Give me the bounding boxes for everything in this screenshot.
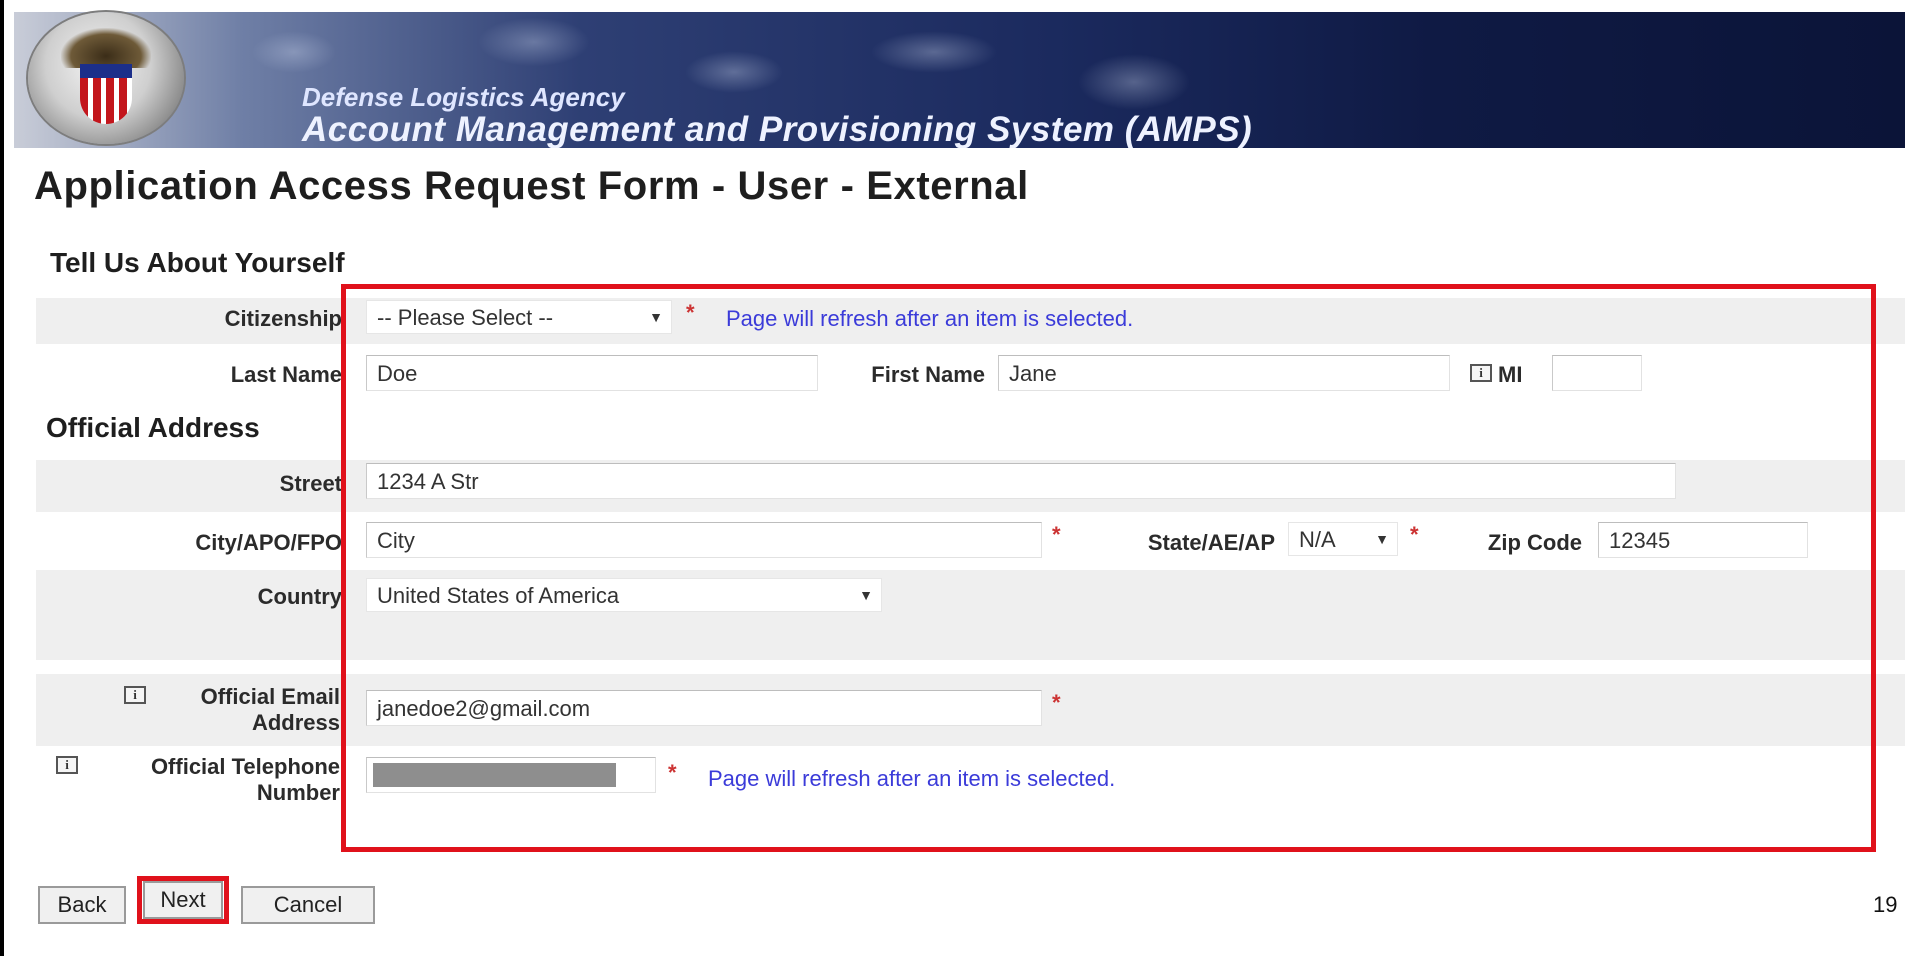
street-label: Street xyxy=(279,471,342,496)
page-number: 19 xyxy=(1873,892,1898,917)
app-header-banner: Defense Logistics Agency Account Managem… xyxy=(14,12,1905,148)
email-label-line2: Address xyxy=(251,710,340,735)
page-title: Application Access Request Form - User -… xyxy=(34,164,1029,208)
phone-label-line2: Number xyxy=(256,780,340,805)
agency-name: Defense Logistics Agency xyxy=(302,82,625,112)
city-label: City/APO/FPO xyxy=(195,530,342,555)
citizenship-label: Citizenship xyxy=(224,306,342,331)
dla-seal-logo xyxy=(28,12,184,144)
system-name: Account Management and Provisioning Syst… xyxy=(302,110,1253,148)
phone-label-line1: Official Telephone xyxy=(150,754,340,779)
next-button-highlight xyxy=(137,876,229,924)
email-label-line1: Official Email xyxy=(200,684,340,709)
last-name-label: Last Name xyxy=(230,362,342,387)
flag-shield-emblem xyxy=(80,64,132,124)
left-frame-border xyxy=(0,0,4,956)
form-highlight-box xyxy=(341,284,1876,852)
cancel-button[interactable]: Cancel xyxy=(241,886,375,924)
info-icon[interactable]: i xyxy=(56,756,78,774)
country-label: Country xyxy=(257,584,342,609)
section-title-address: Official Address xyxy=(46,412,260,443)
section-title-about: Tell Us About Yourself xyxy=(50,247,345,278)
eagle-emblem xyxy=(61,28,151,68)
back-button[interactable]: Back xyxy=(38,886,126,924)
